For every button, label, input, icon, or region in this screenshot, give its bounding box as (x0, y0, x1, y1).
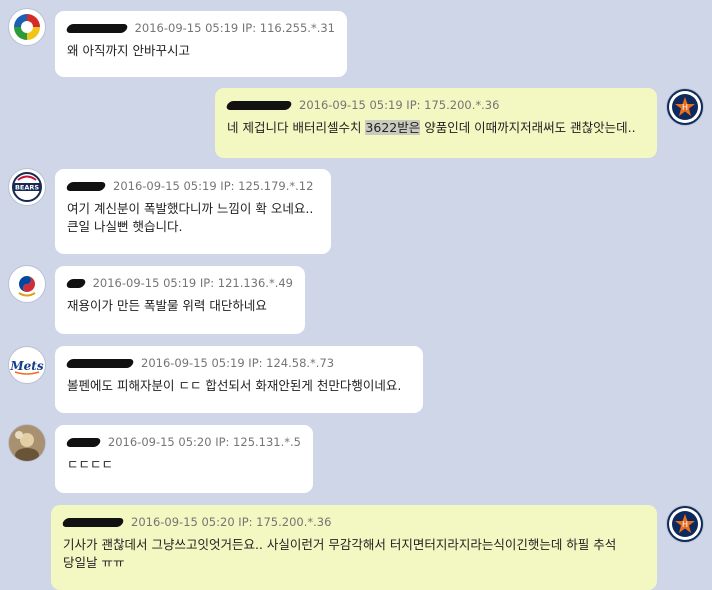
redacted-nickname (225, 100, 293, 110)
redacted-nickname (65, 358, 135, 368)
message-meta: 2016-09-15 05:19 IP: 124.58.*.73 (65, 355, 411, 371)
message-meta: 2016-09-15 05:19 IP: 175.200.*.36 (225, 97, 645, 113)
message-text: ㄷㄷㄷㄷ (67, 457, 114, 472)
wbc-logo-icon[interactable] (8, 8, 46, 46)
astros-logo-icon[interactable]: H (666, 88, 704, 126)
message-ip: IP: 175.200.*.36 (238, 515, 332, 529)
astros-logo-letter: H (682, 103, 688, 112)
message-bubble: 2016-09-15 05:20 IP: 175.200.*.36 기사가 괜찮… (51, 505, 657, 590)
message-bubble: 2016-09-15 05:19 IP: 116.255.*.31 왜 아직까지… (55, 11, 347, 77)
message-text: 왜 아직까지 안바꾸시고 (67, 43, 190, 58)
user-photo-icon[interactable] (8, 424, 46, 462)
redacted-nickname (65, 23, 129, 33)
message-text: 볼펜에도 피해자분이 ㄷㄷ 합선되서 화재안된게 천만다행이네요. (67, 378, 402, 393)
message-ip: IP: 175.200.*.36 (406, 98, 500, 112)
mets-logo-text: Mets (10, 359, 44, 373)
astros-logo-letter: H (682, 520, 688, 529)
message-meta: 2016-09-15 05:19 IP: 116.255.*.31 (65, 20, 335, 36)
message-date: 2016-09-15 05:19 (134, 21, 239, 35)
message-date: 2016-09-15 05:20 (107, 435, 212, 449)
message-ip: IP: 125.179.*.12 (220, 179, 314, 193)
message-bubble: 2016-09-15 05:19 IP: 121.136.*.49 재용이가 만… (55, 266, 305, 334)
message-date: 2016-09-15 05:19 (141, 356, 245, 370)
message-bubble: 2016-09-15 05:19 IP: 125.179.*.12 여기 계신분… (55, 169, 331, 254)
message-bubble: 2016-09-15 05:19 IP: 175.200.*.36 네 제겁니다… (215, 88, 657, 158)
message-text-part: 네 제겁니다 배터리셀수치 (227, 120, 366, 135)
message-meta: 2016-09-15 05:19 IP: 121.136.*.49 (65, 275, 293, 291)
redacted-nickname (61, 517, 125, 527)
redacted-nickname (65, 181, 107, 191)
message-meta: 2016-09-15 05:20 IP: 175.200.*.36 (61, 514, 645, 530)
mets-logo-icon[interactable]: Mets (8, 346, 46, 384)
korea-emblem-icon[interactable] (8, 265, 46, 303)
message-text: 네 제겁니다 배터리셀수치 3622받은 양품인데 이때까지저래써도 괜찮앗는데… (227, 119, 645, 137)
message-text: 재용이가 만든 폭발물 위력 대단하네요 (67, 298, 267, 313)
message-date: 2016-09-15 05:19 (113, 179, 217, 193)
message-date: 2016-09-15 05:19 (299, 98, 403, 112)
highlighted-text: 3622받은 (365, 120, 421, 135)
redacted-nickname (65, 278, 87, 288)
message-text: 여기 계신분이 폭발했다니까 느낌이 확 오네요.. 큰일 나실뻔 햇습니다. (67, 201, 314, 234)
astros-logo-icon[interactable]: H (666, 505, 704, 543)
message-date: 2016-09-15 05:20 (131, 515, 235, 529)
message-bubble: 2016-09-15 05:20 IP: 125.131.*.5 ㄷㄷㄷㄷ (55, 425, 313, 493)
message-ip: IP: 124.58.*.73 (248, 356, 335, 370)
message-bubble: 2016-09-15 05:19 IP: 124.58.*.73 볼펜에도 피해… (55, 346, 423, 413)
bears-logo-icon[interactable]: BEARS (8, 168, 46, 206)
message-date: 2016-09-15 05:19 (92, 276, 197, 290)
message-meta: 2016-09-15 05:20 IP: 125.131.*.5 (65, 434, 301, 450)
redacted-nickname (65, 437, 102, 447)
message-text: 기사가 괜찮데서 그냥쓰고잇엇거든요.. 사실이런거 무감각해서 터지면터지라지… (63, 537, 617, 570)
message-ip: IP: 125.131.*.5 (215, 435, 301, 449)
bears-logo-text: BEARS (15, 184, 39, 192)
message-meta: 2016-09-15 05:19 IP: 125.179.*.12 (65, 178, 319, 194)
message-text-part: 양품인데 이때까지저래써도 괜찮앗는데.. (420, 120, 636, 135)
message-ip: IP: 121.136.*.49 (199, 276, 293, 290)
message-ip: IP: 116.255.*.31 (241, 21, 335, 35)
